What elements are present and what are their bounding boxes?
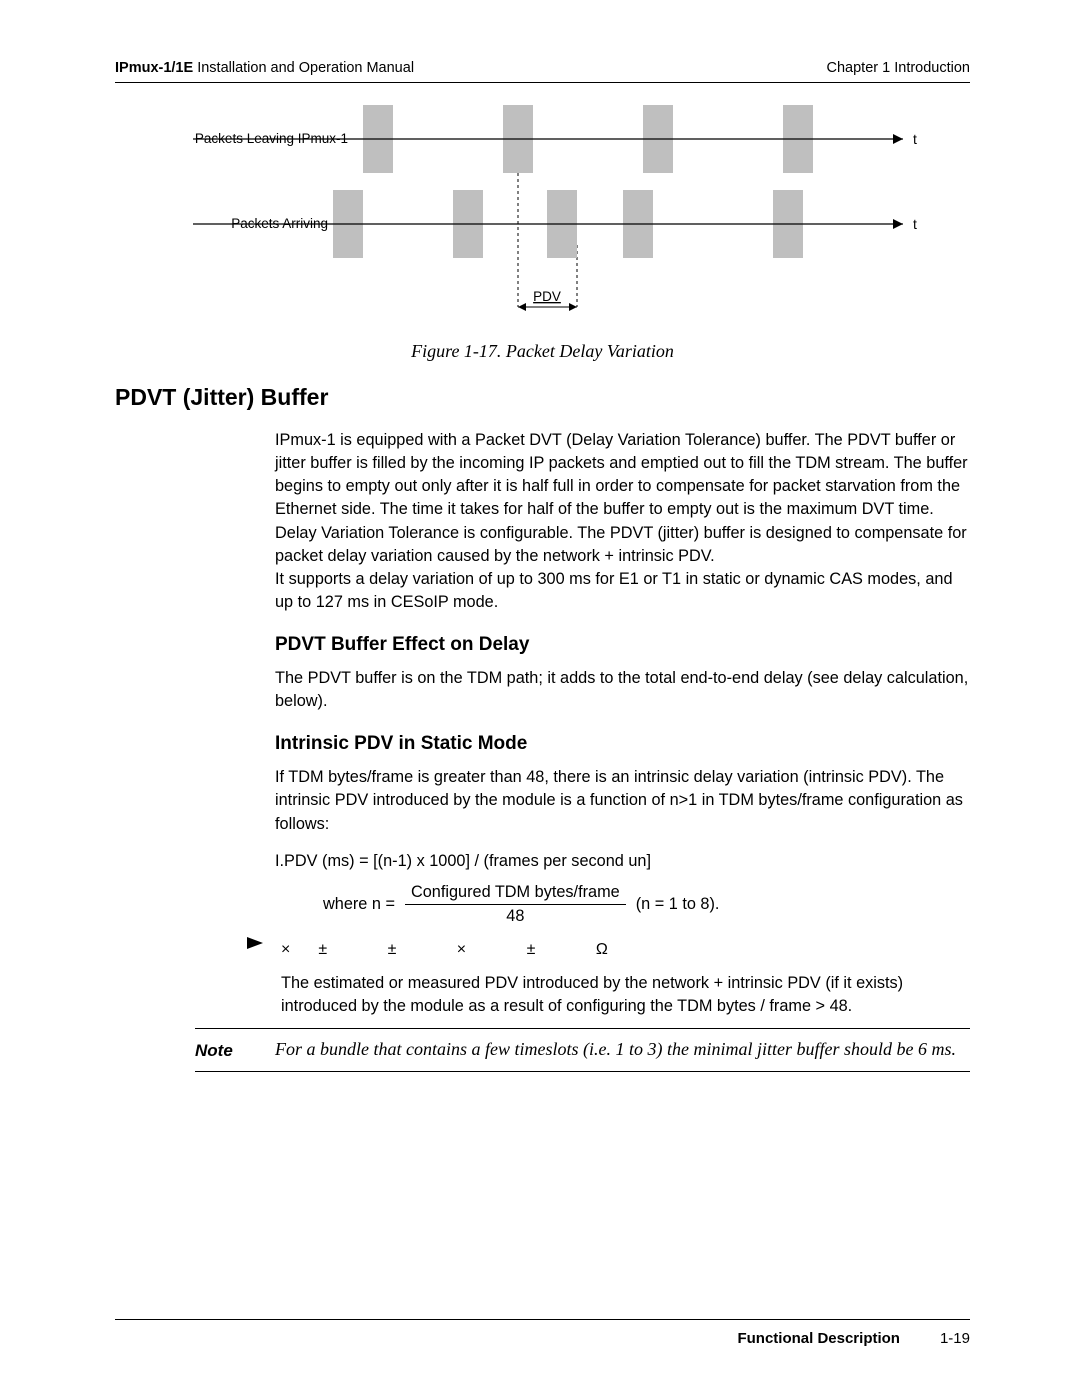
bullet-content: ×± ± × ± Ω The estimated or measured PDV… xyxy=(281,933,970,1018)
para-intro-1: IPmux-1 is equipped with a Packet DVT (D… xyxy=(275,429,970,568)
symbol-row: ×± ± × ± Ω xyxy=(281,939,970,962)
note-block: Note For a bundle that contains a few ti… xyxy=(195,1028,970,1072)
label-leaving: Packets Leaving IPmux-1 xyxy=(194,131,347,146)
axis-t-bottom: t xyxy=(913,216,917,232)
product-name: IPmux-1/1E xyxy=(115,60,193,76)
body-column: IPmux-1 is equipped with a Packet DVT (D… xyxy=(275,429,970,1072)
note-label: Note xyxy=(195,1039,253,1063)
bullet-item: ×± ± × ± Ω The estimated or measured PDV… xyxy=(275,933,970,1018)
para-intro-2: It supports a delay variation of up to 3… xyxy=(275,568,970,614)
heading-intrinsic-pdv: Intrinsic PDV in Static Mode xyxy=(275,731,970,758)
manual-title: Installation and Operation Manual xyxy=(193,60,414,76)
page-footer: Functional Description 1-19 xyxy=(115,1319,970,1347)
triangle-bullet-icon xyxy=(247,937,263,949)
fraction-denominator: 48 xyxy=(506,905,524,927)
page: IPmux-1/1E Installation and Operation Ma… xyxy=(0,0,1080,1397)
axis-t-top: t xyxy=(913,131,917,147)
heading-pdvt-buffer: PDVT (Jitter) Buffer xyxy=(115,384,970,411)
footer-section: Functional Description xyxy=(737,1330,900,1347)
label-arriving: Packets Arriving xyxy=(231,216,328,231)
figure-pdv: t t Packets Leaving IPmux-1 Packets Arri… xyxy=(115,105,970,362)
header-left: IPmux-1/1E Installation and Operation Ma… xyxy=(115,60,414,76)
formula-where: where n = Configured TDM bytes/frame 48 … xyxy=(275,883,970,927)
note-text: For a bundle that contains a few timeslo… xyxy=(275,1037,956,1063)
bullet-text: The estimated or measured PDV introduced… xyxy=(281,972,970,1018)
para-intrinsic: If TDM bytes/frame is greater than 48, t… xyxy=(275,766,970,835)
n-range: (n = 1 to 8). xyxy=(636,893,720,916)
where-label: where n = xyxy=(323,893,395,916)
heading-buffer-effect: PDVT Buffer Effect on Delay xyxy=(275,632,970,659)
label-pdv: PDV xyxy=(533,289,561,304)
header-chapter: Chapter 1 Introduction xyxy=(827,60,970,76)
figure-caption: Figure 1-17. Packet Delay Variation xyxy=(115,341,970,362)
footer-page-number: 1-19 xyxy=(940,1330,970,1347)
formula-ipdv: I.PDV (ms) = [(n-1) x 1000] / (frames pe… xyxy=(275,850,970,873)
fraction: Configured TDM bytes/frame 48 xyxy=(405,883,626,927)
fraction-numerator: Configured TDM bytes/frame xyxy=(405,883,626,906)
page-header: IPmux-1/1E Installation and Operation Ma… xyxy=(115,60,970,83)
pdv-diagram: t t Packets Leaving IPmux-1 Packets Arri… xyxy=(153,105,933,335)
para-buffer-effect: The PDVT buffer is on the TDM path; it a… xyxy=(275,667,970,713)
